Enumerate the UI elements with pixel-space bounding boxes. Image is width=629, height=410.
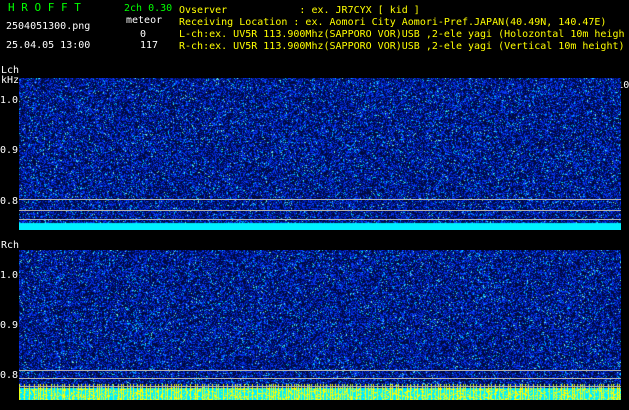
meteor-label: meteor: [126, 15, 163, 26]
rch-label: Rch: [1, 240, 20, 251]
observer-info: Ovserver : ex. JR7CYX [ kid ]: [179, 5, 420, 16]
lch-info: L-ch:ex. UV5R 113.900Mhz(SAPPORO VOR)USB…: [179, 29, 625, 40]
lch-spectrogram: [19, 78, 621, 230]
lch-ref-line: [19, 219, 621, 220]
rch-ytick-3: 0.8: [0, 370, 19, 381]
rch-ref-line: [19, 378, 621, 379]
lch-ref-line: [19, 210, 621, 211]
lch-spectrogram-canvas: [19, 78, 621, 230]
rch-ref-line: [19, 386, 621, 387]
rch-info: R-ch:ex. UV5R 113.900Mhz(SAPPORO VOR)USB…: [179, 41, 625, 52]
lch-ref-line: [19, 199, 621, 200]
location-info: Receiving Location : ex. Aomori City Aom…: [179, 17, 607, 28]
lch-ytick-2: 0.9: [0, 145, 19, 156]
rch-spectrogram: [19, 250, 621, 400]
app-title: H R O F F T: [8, 1, 81, 14]
rch-ytick-2: 0.9: [0, 320, 19, 331]
rch-ref-line: [19, 370, 621, 371]
filename-label: 2504051300.png: [6, 21, 91, 32]
rch-ytick-1: 1.0: [0, 270, 19, 281]
mode-label: 2ch 0.30: [124, 3, 173, 14]
lch-unit: kHz: [1, 75, 20, 86]
lch-ytick-1: 1.0: [0, 95, 19, 106]
meteor-count-r: 117: [140, 40, 159, 51]
lch-ytick-3: 0.8: [0, 196, 19, 207]
datetime-label: 25.04.05 13:00: [6, 40, 91, 51]
